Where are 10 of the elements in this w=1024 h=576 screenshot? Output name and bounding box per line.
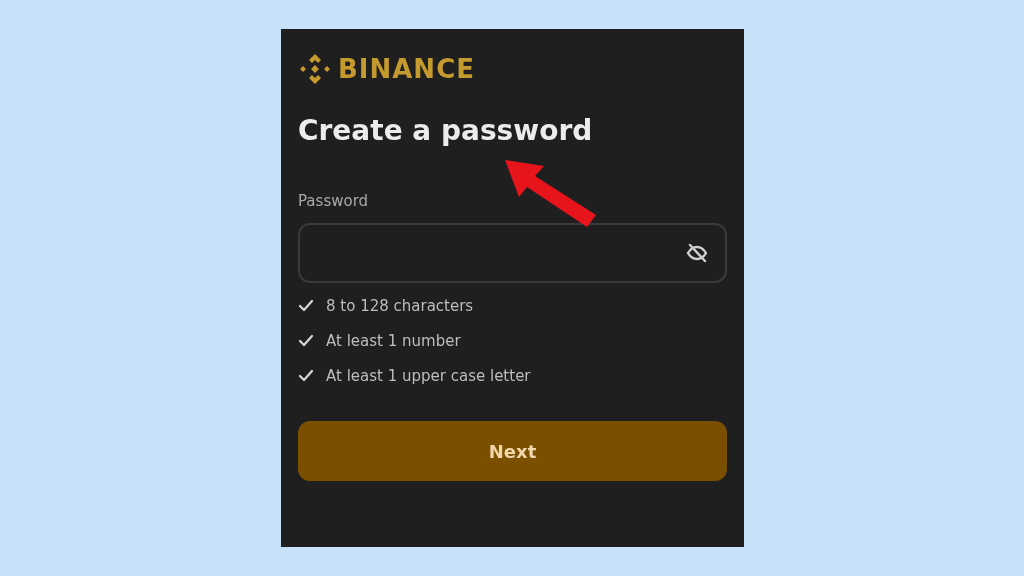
field-label: Password [298,191,369,211]
requirement-text: 8 to 128 characters [326,295,474,317]
requirement-text: At least 1 upper case letter [326,365,531,387]
next-button[interactable]: Next [298,421,727,481]
eye-hidden-icon[interactable] [685,241,709,265]
page-heading: Create a password [298,113,593,149]
logo-wordmark: BINANCE [338,52,475,86]
requirement-text: At least 1 number [326,330,461,352]
diamond-logo-icon [298,52,332,86]
password-field[interactable] [298,223,727,283]
